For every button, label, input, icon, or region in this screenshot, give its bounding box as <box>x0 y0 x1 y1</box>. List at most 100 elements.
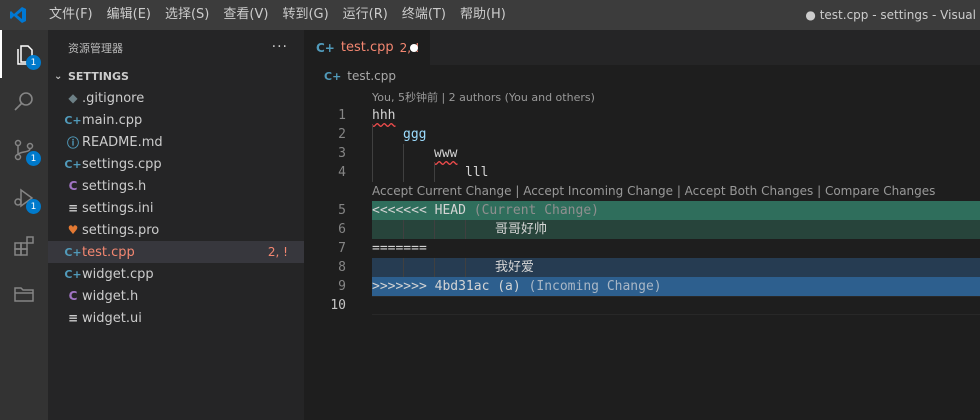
breadcrumb: C+ test.cpp <box>304 65 396 87</box>
code-line[interactable]: 3 www <box>304 144 980 163</box>
search-button[interactable] <box>0 78 48 126</box>
incoming-change-hint: (Incoming Change) <box>528 279 662 294</box>
menu-edit[interactable]: 编辑(E) <box>100 0 158 30</box>
line-text: hhh <box>372 108 396 123</box>
folder-button[interactable] <box>0 270 48 318</box>
file-name: test.cpp <box>82 244 135 260</box>
menu-bar: 文件(F) 编辑(E) 选择(S) 查看(V) 转到(G) 运行(R) 终端(T… <box>42 0 513 30</box>
file-name: widget.h <box>82 288 139 304</box>
code-line[interactable]: 1 hhh <box>304 106 980 125</box>
file-type-icon: C+ <box>64 245 82 259</box>
line-number: 9 <box>338 279 346 294</box>
cpp-file-icon: C+ <box>316 40 335 55</box>
line-text: ======= <box>372 241 427 256</box>
file-item[interactable]: ≡ settings.ini <box>48 197 304 219</box>
scm-badge: 1 <box>26 151 41 166</box>
merge-conflict-codelens[interactable]: Accept Current Change | Accept Incoming … <box>372 184 935 198</box>
debug-badge: 1 <box>26 199 41 214</box>
file-type-icon: C+ <box>64 157 82 171</box>
file-type-icon: ♥ <box>67 223 79 237</box>
search-icon <box>14 92 33 111</box>
workspace-section-header[interactable]: ⌄ SETTINGS <box>48 65 304 87</box>
title-bar: 文件(F) 编辑(E) 选择(S) 查看(V) 转到(G) 运行(R) 终端(T… <box>0 0 980 30</box>
file-type-icon: C <box>68 289 78 303</box>
line-number: 8 <box>338 260 346 275</box>
line-text: ggg <box>403 127 427 142</box>
menu-go[interactable]: 转到(G) <box>275 0 335 30</box>
cursor-line[interactable]: 10 <box>304 296 980 315</box>
file-item[interactable]: C+ test.cpp 2, ! <box>48 241 304 263</box>
line-text: 哥哥好帅 <box>495 222 548 237</box>
conflict-separator-line[interactable]: 7 ======= <box>304 239 980 258</box>
line-text: 我好爱 <box>495 260 535 275</box>
line-text: www <box>434 146 458 161</box>
file-name: main.cpp <box>82 112 143 128</box>
file-name: widget.cpp <box>82 266 154 282</box>
blame-codelens[interactable]: You, 5秒钟前 | 2 authors (You and others) <box>372 89 595 105</box>
file-item[interactable]: ≡ widget.ui <box>48 307 304 329</box>
tab-label: test.cpp <box>340 40 394 55</box>
file-type-icon: C+ <box>64 113 82 127</box>
menu-selection[interactable]: 选择(S) <box>158 0 216 30</box>
file-item[interactable]: ⓘ README.md <box>48 131 304 153</box>
file-name: settings.h <box>82 178 147 194</box>
file-type-icon: ≡ <box>67 311 79 325</box>
extensions-icon <box>14 236 34 256</box>
line-number: 6 <box>338 222 346 237</box>
file-item[interactable]: ◆ .gitignore <box>48 87 304 109</box>
run-debug-button[interactable]: 1 <box>0 174 48 222</box>
file-name: settings.cpp <box>82 156 162 172</box>
breadcrumb-file[interactable]: test.cpp <box>347 69 396 83</box>
menu-view[interactable]: 查看(V) <box>216 0 275 30</box>
cpp-file-icon: C+ <box>324 69 342 83</box>
unsaved-dot-icon[interactable] <box>410 43 418 52</box>
file-type-icon: ⓘ <box>66 135 79 150</box>
file-item[interactable]: C+ widget.cpp <box>48 263 304 285</box>
folder-icon <box>14 287 34 302</box>
file-item[interactable]: Cwidget.h <box>48 285 304 307</box>
file-name: settings.ini <box>82 200 154 216</box>
source-control-button[interactable]: 1 <box>0 126 48 174</box>
line-text: >>>>>>> 4bd31ac (a) (Incoming Change) <box>372 279 662 294</box>
line-text: <<<<<<< HEAD (Current Change) <box>372 203 599 218</box>
file-item[interactable]: Csettings.h <box>48 175 304 197</box>
tab-test-cpp[interactable]: C+ test.cpp 2, ! <box>304 30 430 65</box>
vscode-logo-icon[interactable] <box>0 0 36 30</box>
window-title: ● test.cpp - settings - Visual <box>805 8 976 22</box>
incoming-change-header-line[interactable]: 9 >>>>>>> 4bd31ac (a) (Incoming Change) <box>304 277 980 296</box>
current-change-line[interactable]: 6 哥哥好帅 <box>304 220 980 239</box>
explorer-badge: 1 <box>26 55 41 70</box>
incoming-change-line[interactable]: 8 我好爱 <box>304 258 980 277</box>
file-item[interactable]: C+ settings.cpp <box>48 153 304 175</box>
file-name: settings.pro <box>82 222 160 238</box>
line-number: 4 <box>338 165 346 180</box>
code-line[interactable]: 2 ggg <box>304 125 980 144</box>
file-name: README.md <box>82 134 163 150</box>
extensions-button[interactable] <box>0 222 48 270</box>
file-problem-badge: 2, ! <box>267 245 288 259</box>
file-tree: ◆ .gitignore C+ main.cpp ⓘ README.md C+ setting… <box>48 87 304 329</box>
chevron-down-icon: ⌄ <box>54 70 63 82</box>
file-type-icon: ≡ <box>67 201 79 215</box>
code-line[interactable]: 4 lll <box>304 163 980 182</box>
line-number: 2 <box>338 127 346 142</box>
explorer-button[interactable]: 1 <box>0 30 48 78</box>
line-number: 1 <box>338 108 346 123</box>
menu-help[interactable]: 帮助(H) <box>453 0 513 30</box>
current-change-hint: (Current Change) <box>473 203 599 218</box>
menu-terminal[interactable]: 终端(T) <box>395 0 453 30</box>
menu-file[interactable]: 文件(F) <box>42 0 100 30</box>
file-name: .gitignore <box>82 90 145 106</box>
file-item[interactable]: C+ main.cpp <box>48 109 304 131</box>
workspace-name: SETTINGS <box>68 69 129 83</box>
file-type-icon: ◆ <box>68 91 78 105</box>
file-type-icon: C <box>68 179 78 193</box>
more-actions-button[interactable]: ··· <box>272 39 288 55</box>
current-change-header-line[interactable]: 5 <<<<<<< HEAD (Current Change) <box>304 201 980 220</box>
line-text: lll <box>465 165 489 180</box>
file-item[interactable]: ♥ settings.pro <box>48 219 304 241</box>
line-number: 7 <box>338 241 346 256</box>
file-name: widget.ui <box>82 310 142 326</box>
menu-run[interactable]: 运行(R) <box>336 0 395 30</box>
activity-bar: 1 1 1 <box>0 30 48 420</box>
